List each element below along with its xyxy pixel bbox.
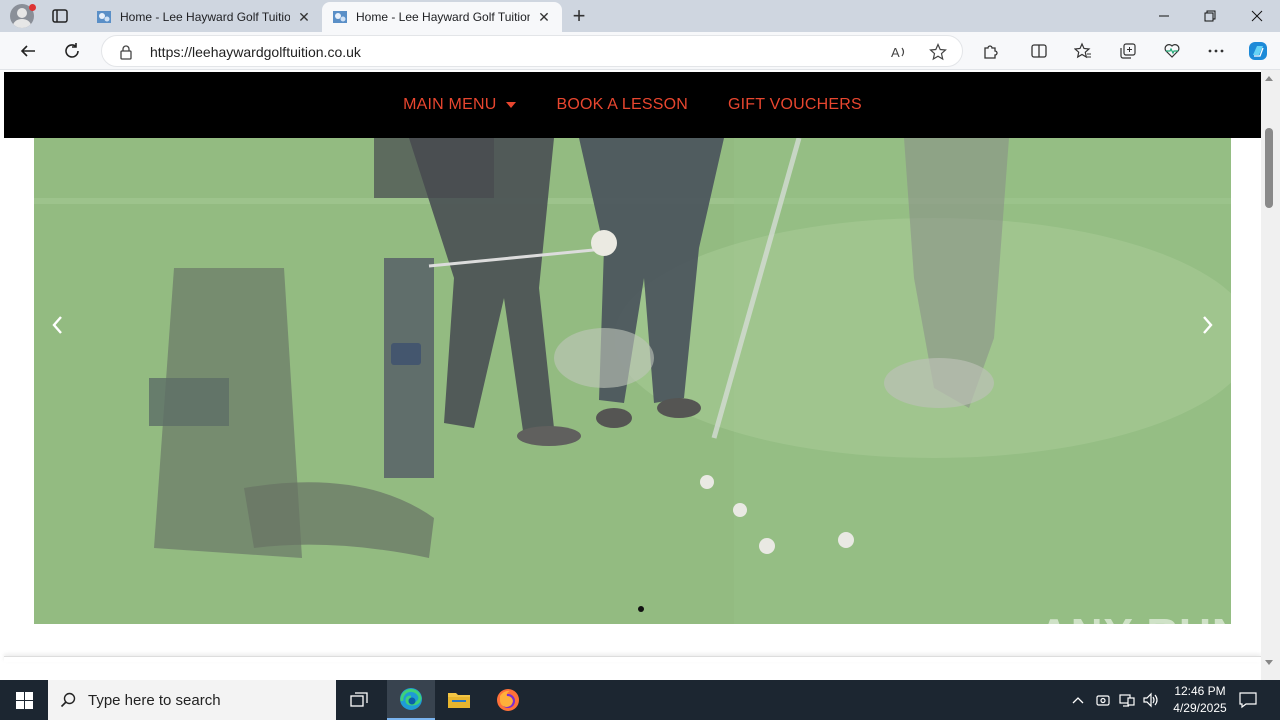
lock-icon[interactable] [118,44,134,60]
search-placeholder: Type here to search [88,691,221,709]
site-navigation: MAIN MENU BOOK A LESSON GIFT VOUCHERS [4,72,1261,138]
task-view-icon [350,692,368,707]
nav-book-label: BOOK A LESSON [556,96,689,113]
slider-prev-button[interactable] [42,310,72,340]
folder-icon [448,693,470,708]
tab-title: Home - Lee Hayward Golf Tuition [356,10,530,24]
heart-pulse-icon[interactable] [1162,41,1182,61]
hero-slider [34,138,1231,624]
back-arrow-icon[interactable] [16,39,40,63]
page-viewport: MAIN MENU BOOK A LESSON GIFT VOUCHERS AN… [0,70,1280,680]
profile-notification-dot [29,4,36,11]
slider-next-button[interactable] [1193,310,1223,340]
tab-active[interactable]: Home - Lee Hayward Golf Tuition ✕ [322,2,562,32]
close-window-button[interactable] [1234,0,1280,32]
tab-actions-icon[interactable] [50,6,70,26]
svg-text:A: A [891,45,900,60]
clock-date: 4/29/2025 [1173,701,1227,715]
site-favicon-icon [333,11,347,23]
star-icon[interactable] [929,43,947,61]
read-aloud-icon[interactable]: A [890,43,908,61]
url-text: https://leehaywardgolftuition.co.uk [150,44,361,60]
volume-icon[interactable] [1141,690,1161,710]
slider-dot-active[interactable] [638,606,644,612]
scroll-down-icon[interactable] [1265,660,1273,665]
refresh-icon[interactable] [60,39,84,63]
tab-title: Home - Lee Hayward Golf Tuition [120,10,290,24]
address-bar-row: https://leehaywardgolftuition.co.uk A [0,32,1280,70]
slider-pagination [638,606,644,612]
caret-down-icon [506,102,517,108]
tab-close-icon[interactable]: ✕ [536,9,552,25]
clock-time: 12:46 PM [1174,684,1226,698]
minimize-button[interactable] [1141,0,1187,32]
windows-taskbar: Type here to search 12:46 PM 4/29/2025 [0,680,1280,720]
anyrun-watermark: ANY RUN [1038,610,1245,659]
nav-main-menu[interactable]: MAIN MENU [403,96,517,114]
restore-button[interactable] [1187,0,1233,32]
taskbar-clock[interactable]: 12:46 PM 4/29/2025 [1164,683,1236,717]
browser-tab-bar: Home - Lee Hayward Golf Tuition ✕ Home -… [0,0,1280,32]
favorites-icon[interactable] [1073,41,1093,61]
firefox-icon [497,689,519,711]
firefox-taskbar-button[interactable] [484,680,532,720]
scrollbar-thumb[interactable] [1265,128,1273,208]
nav-gift-vouchers[interactable]: GIFT VOUCHERS [728,96,862,114]
site-favicon-icon [97,11,111,23]
chevron-up-icon[interactable] [1068,690,1088,710]
file-explorer-button[interactable] [435,680,483,720]
collections-icon[interactable] [1118,41,1138,61]
chevron-right-icon [1203,316,1213,334]
puzzle-icon[interactable] [981,41,1001,61]
windows-start-button[interactable] [0,680,48,720]
golf-lesson-photo [34,138,1231,624]
nav-vouchers-label: GIFT VOUCHERS [728,96,862,113]
split-screen-icon[interactable] [1029,41,1049,61]
tab-close-icon[interactable]: ✕ [296,9,312,25]
url-field[interactable]: https://leehaywardgolftuition.co.uk A [101,35,963,67]
page-scrollbar[interactable] [1261,70,1280,680]
nav-main-menu-label: MAIN MENU [403,96,497,113]
meet-now-icon[interactable] [1093,690,1113,710]
search-icon [60,692,76,708]
new-tab-button[interactable]: + [568,5,590,28]
network-icon[interactable] [1117,690,1137,710]
copilot-icon[interactable] [1247,40,1269,62]
more-icon[interactable] [1206,41,1226,61]
tab-inactive[interactable]: Home - Lee Hayward Golf Tuition ✕ [86,2,322,32]
edge-icon [400,688,422,710]
task-view-button[interactable] [336,680,384,720]
notification-icon[interactable] [1238,690,1258,710]
edge-taskbar-button[interactable] [387,680,435,720]
chevron-left-icon [52,316,62,334]
windows-logo-icon [15,691,33,709]
scroll-up-icon[interactable] [1265,76,1273,81]
taskbar-search-box[interactable]: Type here to search [48,680,336,720]
nav-book-a-lesson[interactable]: BOOK A LESSON [556,96,688,114]
